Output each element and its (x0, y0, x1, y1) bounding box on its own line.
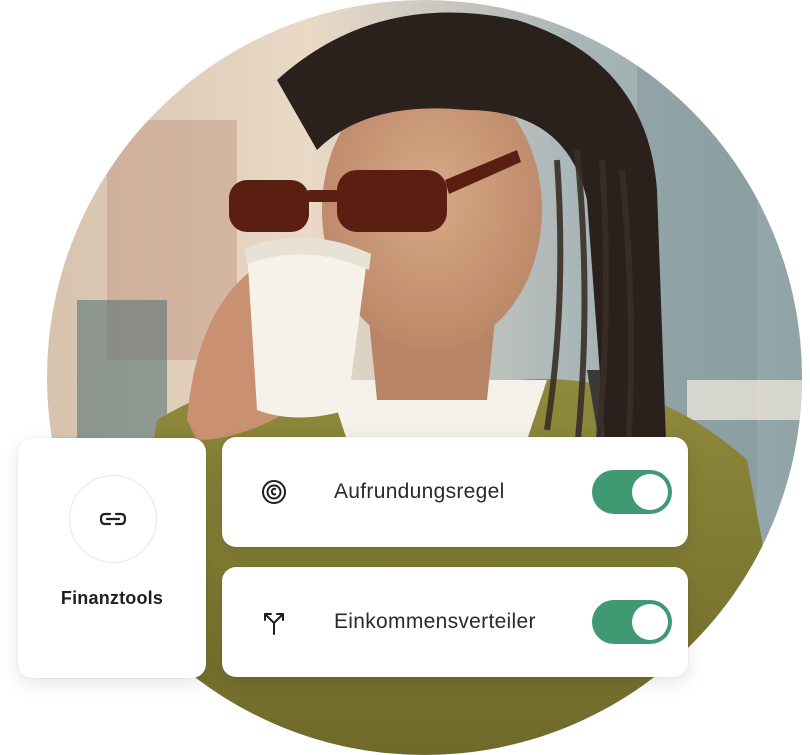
setting-row-aufrundungsregel: Aufrundungsregel (222, 437, 688, 547)
finanztools-card[interactable]: Finanztools (18, 438, 206, 678)
einkommensverteiler-toggle[interactable] (592, 600, 672, 644)
finanztools-label: Finanztools (60, 588, 164, 608)
link-icon (69, 475, 157, 563)
setting-row-einkommensverteiler: Einkommensverteiler (222, 567, 688, 677)
coin-round-up-icon (252, 477, 296, 507)
aufrundungsregel-toggle[interactable] (592, 470, 672, 514)
toggle-knob (632, 474, 668, 510)
toggle-knob (632, 604, 668, 640)
split-arrows-icon (252, 607, 296, 637)
setting-label: Einkommensverteiler (334, 610, 536, 633)
setting-label: Aufrundungsregel (334, 480, 505, 503)
